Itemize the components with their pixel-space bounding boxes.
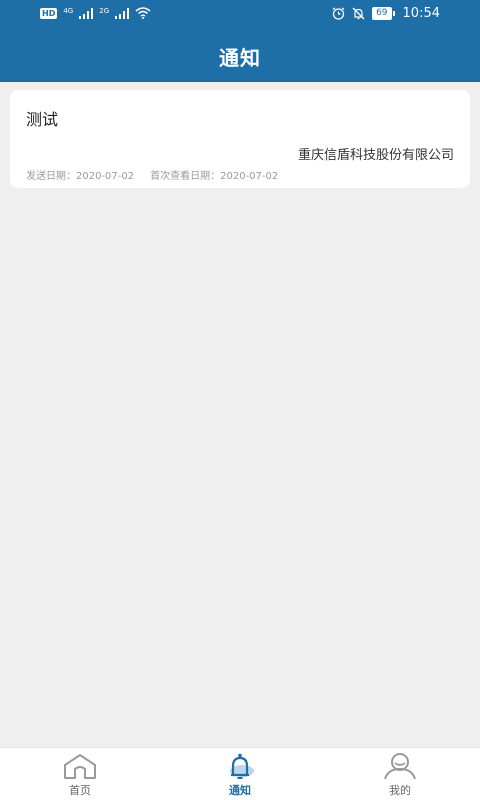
tab-notifications-label: 通知 <box>229 784 251 797</box>
tab-profile-label: 我的 <box>389 784 411 797</box>
hd-icon: HD <box>40 7 58 19</box>
tab-profile[interactable]: 我的 <box>320 748 480 800</box>
notification-company: 重庆信盾科技股份有限公司 <box>297 148 454 163</box>
tab-home-label: 首页 <box>69 784 91 797</box>
first-view-date: 首次查看日期：2020-07-02 <box>150 171 279 182</box>
status-left: HD 4G 2G <box>40 7 151 19</box>
clock: 10:54 <box>402 6 440 21</box>
page-title: 通知 <box>219 46 261 70</box>
network-2g-label: 2G <box>99 7 110 15</box>
status-right: 69 10:54 <box>332 6 440 21</box>
sent-date: 发送日期：2020-07-02 <box>26 171 135 182</box>
status-bar: HD 4G 2G 69 10:54 <box>0 0 480 30</box>
user-icon <box>382 752 418 780</box>
bell-icon <box>222 752 258 780</box>
battery-icon: 69 <box>372 7 396 20</box>
network-4g-label: 4G <box>63 7 74 15</box>
bottom-tabbar: 首页 通知 我的 <box>0 747 480 800</box>
mute-bell-icon <box>352 7 365 20</box>
notification-dates: 发送日期：2020-07-02 首次查看日期：2020-07-02 <box>26 167 278 182</box>
signal-icon <box>79 7 94 19</box>
home-icon <box>62 752 98 780</box>
tab-home[interactable]: 首页 <box>0 748 160 800</box>
tab-notifications[interactable]: 通知 <box>160 748 320 800</box>
notification-card[interactable]: 测试 重庆信盾科技股份有限公司 发送日期：2020-07-02 首次查看日期：2… <box>10 90 470 188</box>
notification-title: 测试 <box>26 110 59 129</box>
signal-icon <box>115 7 130 19</box>
app-header: 通知 <box>0 30 480 82</box>
alarm-icon <box>332 7 345 20</box>
wifi-icon <box>135 7 151 19</box>
